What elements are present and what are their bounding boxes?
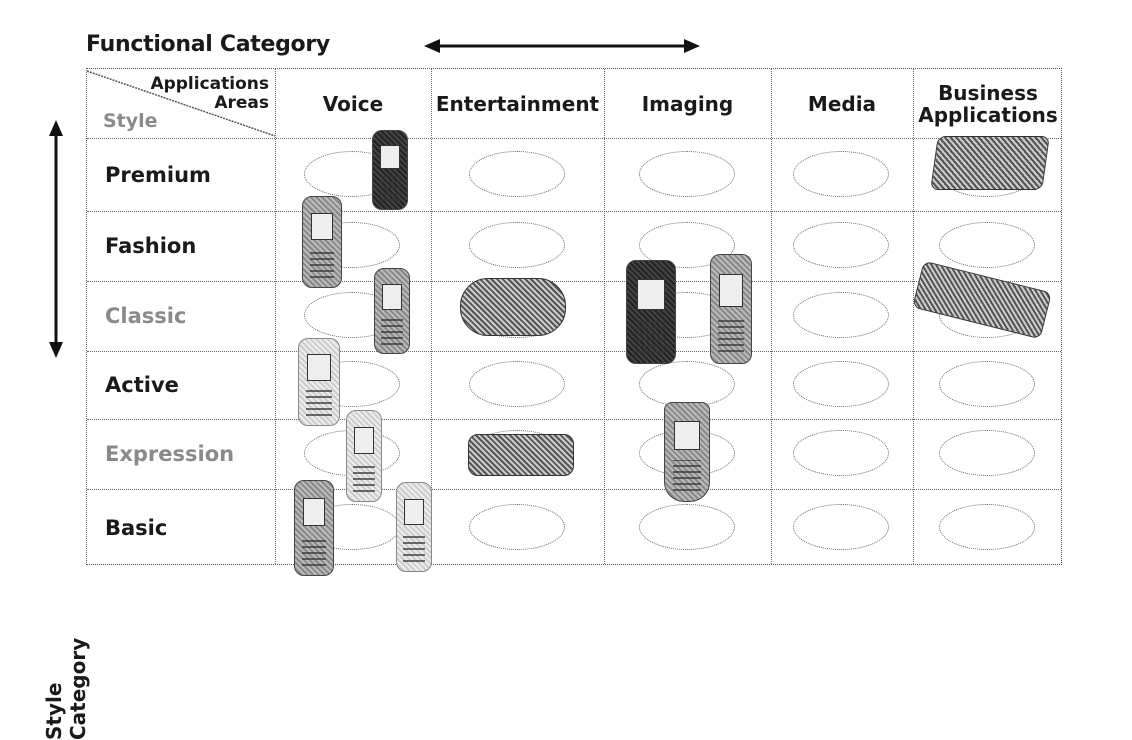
column-header-imaging: Imaging: [604, 69, 771, 138]
cell-oval-placeholder: [468, 150, 565, 197]
phone-image-basic-voice-1: [294, 480, 334, 576]
cell-oval-placeholder: [793, 222, 889, 268]
column-header-label: Media: [807, 91, 877, 116]
double-arrow-vertical-icon: [49, 120, 63, 358]
row-header-basic: Basic: [105, 515, 168, 540]
phone-image-classic-imaging-1: [626, 260, 676, 364]
column-header-label: Imaging: [641, 91, 734, 116]
phone-image-classic-imaging-2: [710, 254, 752, 364]
row-divider: [87, 489, 1061, 490]
corner-top-line1: Applications: [150, 74, 269, 94]
col-divider: [275, 69, 276, 564]
row-divider: [87, 138, 1061, 139]
double-arrow-horizontal-icon: [424, 39, 700, 53]
col-divider: [913, 69, 914, 564]
column-header-label: Entertainment: [435, 91, 600, 116]
device-image-expression-entertainment: [468, 434, 574, 476]
phone-image-fashion-voice: [302, 196, 342, 288]
applications-areas-label: Applications Areas: [150, 75, 269, 113]
column-header-label: Applications: [918, 102, 1058, 127]
cell-oval-placeholder: [793, 430, 889, 476]
column-header-label: Business: [938, 80, 1038, 105]
cell-oval-placeholder: [939, 503, 1035, 550]
style-label: Style: [103, 110, 158, 132]
row-header-classic: Classic: [105, 304, 187, 328]
column-header-business-applications: Business Applications: [913, 69, 1063, 138]
cell-oval-placeholder: [638, 150, 735, 197]
cell-oval-placeholder: [468, 222, 565, 268]
phone-image-expression-imaging: [664, 402, 710, 502]
row-header-fashion: Fashion: [105, 234, 197, 258]
cell-oval-placeholder: [939, 361, 1035, 407]
cell-oval-placeholder: [939, 430, 1035, 476]
cell-oval-placeholder: [468, 361, 565, 407]
phone-image-classic-voice: [374, 268, 410, 354]
phone-image-premium-voice: [372, 130, 408, 210]
phone-image-active-voice: [298, 338, 340, 426]
cell-oval-placeholder: [793, 361, 889, 407]
column-header-media: Media: [771, 69, 913, 138]
cell-oval-placeholder: [793, 503, 889, 550]
col-divider: [771, 69, 772, 564]
style-category-title: Style Category: [42, 637, 90, 740]
row-header-active: Active: [105, 373, 179, 397]
matrix-grid: Applications Areas Style Voice Entertain…: [86, 68, 1062, 565]
corner-top-line2: Areas: [214, 93, 269, 113]
cell-oval-placeholder: [939, 222, 1035, 268]
row-divider: [87, 281, 1061, 282]
corner-cell: Applications Areas Style: [87, 69, 275, 138]
column-header-label: Voice: [322, 91, 384, 116]
cell-oval-placeholder: [793, 150, 889, 197]
row-header-expression: Expression: [105, 442, 235, 466]
device-image-classic-entertainment: [460, 278, 566, 336]
column-header-voice: Voice: [275, 69, 431, 138]
row-header-premium: Premium: [105, 162, 211, 187]
device-image-premium-business: [930, 136, 1050, 190]
phone-image-expression-voice: [346, 410, 382, 502]
cell-oval-placeholder: [638, 503, 735, 550]
col-divider: [604, 69, 605, 564]
phone-image-basic-voice-2: [396, 482, 432, 572]
column-header-entertainment: Entertainment: [431, 69, 604, 138]
functional-category-title: Functional Category: [86, 32, 330, 57]
row-divider: [87, 351, 1061, 352]
row-divider: [87, 211, 1061, 212]
cell-oval-placeholder: [793, 292, 889, 338]
cell-oval-placeholder: [468, 503, 565, 550]
cell-oval-placeholder: [638, 361, 735, 407]
